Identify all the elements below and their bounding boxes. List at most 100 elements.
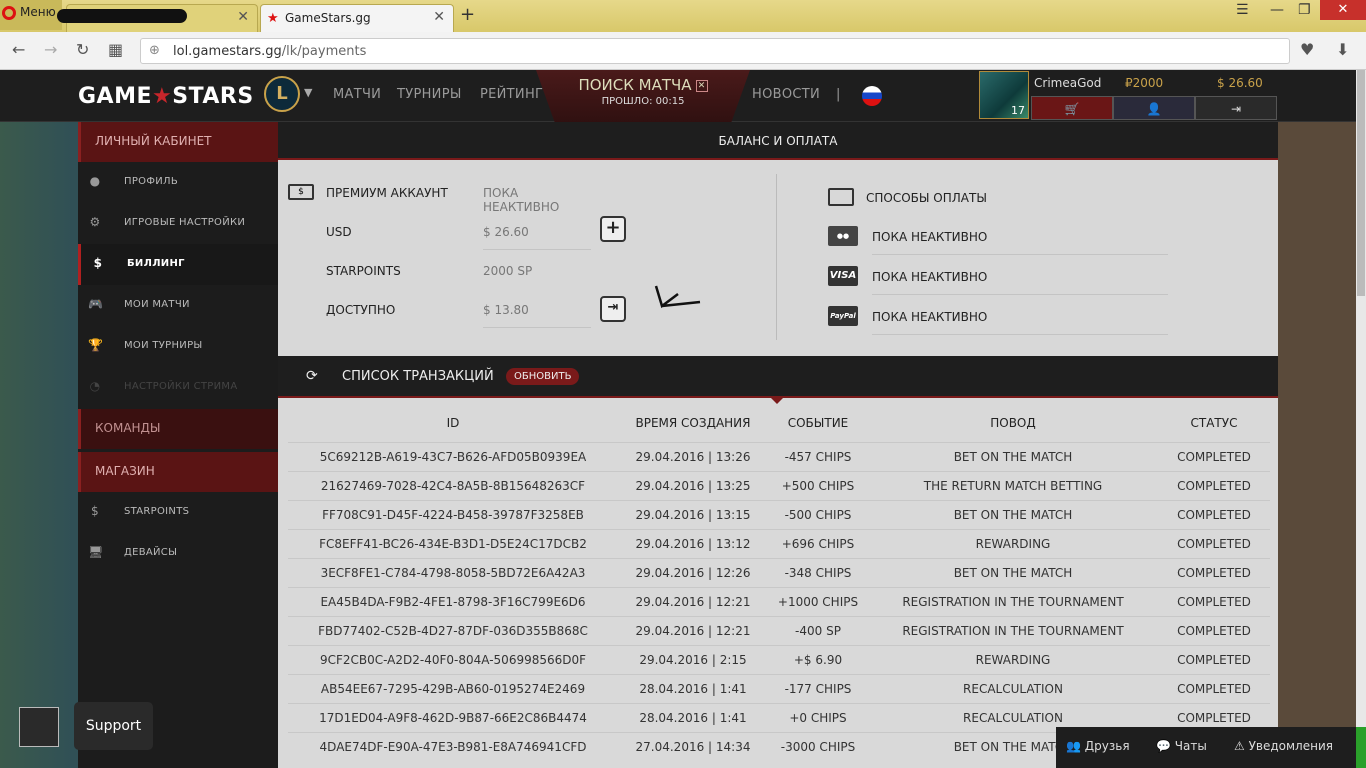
tx-id: 9CF2CB0C-A2D2-40F0-804A-506998566D0F	[288, 644, 618, 674]
cart-button[interactable]: 🛒	[1031, 96, 1113, 120]
rss-icon: ◔	[89, 379, 101, 393]
sidebar-item-starpoints[interactable]: $ STARPOINTS	[78, 492, 278, 533]
table-row: 3ECF8FE1-C784-4798-8058-5BD72E6A42A3 29.0…	[288, 557, 1270, 587]
forward-icon[interactable]: →	[44, 40, 57, 59]
globe-icon: ⊕	[149, 43, 160, 58]
tx-event: -348 CHIPS	[768, 557, 868, 587]
user-icon: 👤	[1146, 102, 1162, 116]
tx-created: 29.04.2016 | 12:21	[618, 615, 768, 645]
tx-created: 29.04.2016 | 13:15	[618, 499, 768, 529]
transactions-table: ID ВРЕМЯ СОЗДАНИЯ СОБЫТИЕ ПОВОД СТАТУС 5…	[288, 398, 1270, 761]
tx-reason: REWARDING	[868, 644, 1158, 674]
sidebar-section-shop[interactable]: МАГАЗИН	[78, 452, 278, 492]
heart-icon[interactable]: ♥	[1300, 40, 1314, 59]
site-header: GAME★STARS L ▼ МАТЧИ ТУРНИРЫ РЕЙТИНГ ПОИ…	[0, 70, 1356, 130]
notifications-button[interactable]: ⚠ Уведомления	[1234, 739, 1333, 753]
tx-status: COMPLETED	[1158, 615, 1270, 645]
nav-news[interactable]: НОВОСТИ	[752, 87, 820, 102]
gamestars-logo[interactable]: GAME★STARS	[78, 84, 254, 109]
browser-menu-button[interactable]: Меню	[0, 0, 62, 30]
logout-button[interactable]: ⇥	[1195, 96, 1277, 120]
opera-icon	[2, 6, 16, 20]
user-panel: 17 CrimeaGod ₽2000 $ 26.60 🛒 👤 ⇥	[979, 71, 1279, 121]
tx-id: FF708C91-D45F-4224-B458-39787F3258EB	[288, 499, 618, 529]
tx-reason: REWARDING	[868, 528, 1158, 558]
payment-methods-title: СПОСОБЫ ОПЛАТЫ	[866, 191, 987, 205]
tab-gamestars[interactable]: ★ GameStars.gg ✕	[260, 4, 454, 32]
new-tab-button[interactable]: +	[460, 4, 475, 25]
table-header-row: ID ВРЕМЯ СОЗДАНИЯ СОБЫТИЕ ПОВОД СТАТУС	[288, 398, 1270, 442]
table-row: EA45B4DA-F9B2-4FE1-8798-3F16C799E6D6 29.0…	[288, 586, 1270, 616]
sidebar-item-game-settings[interactable]: ⚙ ИГРОВЫЕ НАСТРОЙКИ	[78, 203, 278, 244]
scrollbar-thumb[interactable]	[1357, 70, 1365, 296]
close-window-button[interactable]: ✕	[1320, 0, 1366, 20]
tx-event: -400 SP	[768, 615, 868, 645]
nav-rating[interactable]: РЕЙТИНГ	[480, 87, 543, 102]
support-image[interactable]	[19, 707, 59, 747]
withdraw-button[interactable]: ⇥	[600, 296, 626, 322]
search-match-title: ПОИСК МАТЧА	[578, 76, 692, 94]
balance-divider	[776, 174, 777, 340]
search-match-panel[interactable]: ПОИСК МАТЧА ✕ ПРОШЛО: 00:15	[536, 70, 750, 130]
tx-event: -500 CHIPS	[768, 499, 868, 529]
reload-icon[interactable]: ↻	[76, 40, 89, 59]
chats-button[interactable]: 💬 Чаты	[1156, 739, 1207, 753]
tx-status: COMPLETED	[1158, 499, 1270, 529]
russia-flag-icon[interactable]	[862, 86, 882, 106]
sidebar-item-my-matches[interactable]: 🎮 МОИ МАТЧИ	[78, 285, 278, 326]
tab-redacted[interactable]: ✕	[57, 4, 258, 32]
tx-reason: BET ON THE MATCH	[868, 557, 1158, 587]
gamepad-icon: 🎮	[88, 297, 104, 311]
usd-label: USD	[326, 225, 352, 239]
tx-created: 29.04.2016 | 12:26	[618, 557, 768, 587]
league-of-legends-icon[interactable]: L	[264, 76, 300, 112]
refresh-icon[interactable]: ⟳	[306, 368, 318, 384]
payment-visa-status[interactable]: ПОКА НЕАКТИВНО	[872, 270, 1168, 295]
tx-event: -457 CHIPS	[768, 441, 868, 471]
url-input[interactable]: ⊕ lol.gamestars.gg/lk/payments	[140, 38, 1290, 64]
speed-dial-icon[interactable]: ▦	[108, 40, 123, 59]
tx-status: COMPLETED	[1158, 441, 1270, 471]
tx-event: -177 CHIPS	[768, 673, 868, 703]
support-button[interactable]: Support	[74, 702, 153, 750]
sidebar-section-cabinet[interactable]: ЛИЧНЫЙ КАБИНЕТ	[78, 122, 278, 162]
trophy-icon: 🏆	[88, 338, 104, 352]
close-tab-icon[interactable]: ✕	[433, 9, 445, 25]
tx-created: 28.04.2016 | 1:41	[618, 673, 768, 703]
sidebar-item-billing[interactable]: $ БИЛЛИНГ	[78, 244, 278, 285]
scrollbar[interactable]	[1356, 70, 1366, 768]
browser-tab-bar: Меню ✕ ★ GameStars.gg ✕ + ☰ — ❐ ✕	[0, 0, 1366, 32]
payment-mastercard-status[interactable]: ПОКА НЕАКТИВНО	[872, 230, 1168, 255]
minimize-icon[interactable]: —	[1270, 2, 1284, 18]
sidebar-item-devices[interactable]: 🖥 ДЕВАЙСЫ	[78, 533, 278, 574]
add-funds-button[interactable]: +	[600, 216, 626, 242]
avatar[interactable]: 17	[979, 71, 1029, 119]
download-icon[interactable]: ⬇	[1336, 40, 1349, 59]
gear-icon: ⚙	[89, 215, 101, 229]
tx-id: 4DAE74DF-E90A-47E3-B981-E8A746941CFD	[288, 731, 618, 761]
tx-id: FBD77402-C52B-4D27-87DF-036D355B868C	[288, 615, 618, 645]
nav-separator: |	[836, 87, 841, 102]
main-content: БАЛАНС И ОПЛАТА $ ПРЕМИУМ АККАУНТ ПОКА Н…	[278, 122, 1278, 768]
friends-button[interactable]: 👥 Друзья	[1066, 739, 1130, 753]
nav-tournaments[interactable]: ТУРНИРЫ	[397, 87, 462, 102]
username[interactable]: CrimeaGod	[1034, 76, 1101, 90]
search-elapsed: ПРОШЛО: 00:15	[601, 96, 685, 107]
tx-event: +0 CHIPS	[768, 702, 868, 732]
tab-list-icon[interactable]: ☰	[1236, 2, 1249, 18]
profile-button[interactable]: 👤	[1113, 96, 1195, 120]
sidebar-section-teams[interactable]: КОМАНДЫ	[78, 409, 278, 449]
payment-paypal-status[interactable]: ПОКА НЕАКТИВНО	[872, 310, 1168, 335]
refresh-button[interactable]: ОБНОВИТЬ	[506, 368, 580, 385]
tx-id: 21627469-7028-42C4-8A5B-8B15648263CF	[288, 470, 618, 500]
table-row: 9CF2CB0C-A2D2-40F0-804A-506998566D0F 29.0…	[288, 644, 1270, 674]
nav-matches[interactable]: МАТЧИ	[333, 87, 381, 102]
cancel-search-icon[interactable]: ✕	[695, 79, 708, 92]
sidebar-item-profile[interactable]: ● ПРОФИЛЬ	[78, 162, 278, 203]
sidebar-item-my-tournaments[interactable]: 🏆 МОИ ТУРНИРЫ	[78, 326, 278, 367]
close-tab-icon[interactable]: ✕	[237, 9, 249, 25]
chevron-down-icon[interactable]: ▼	[304, 86, 312, 99]
restore-icon[interactable]: ❐	[1298, 2, 1311, 18]
tx-id: AB54EE67-7295-429B-AB60-0195274E2469	[288, 673, 618, 703]
back-icon[interactable]: ←	[12, 40, 25, 59]
